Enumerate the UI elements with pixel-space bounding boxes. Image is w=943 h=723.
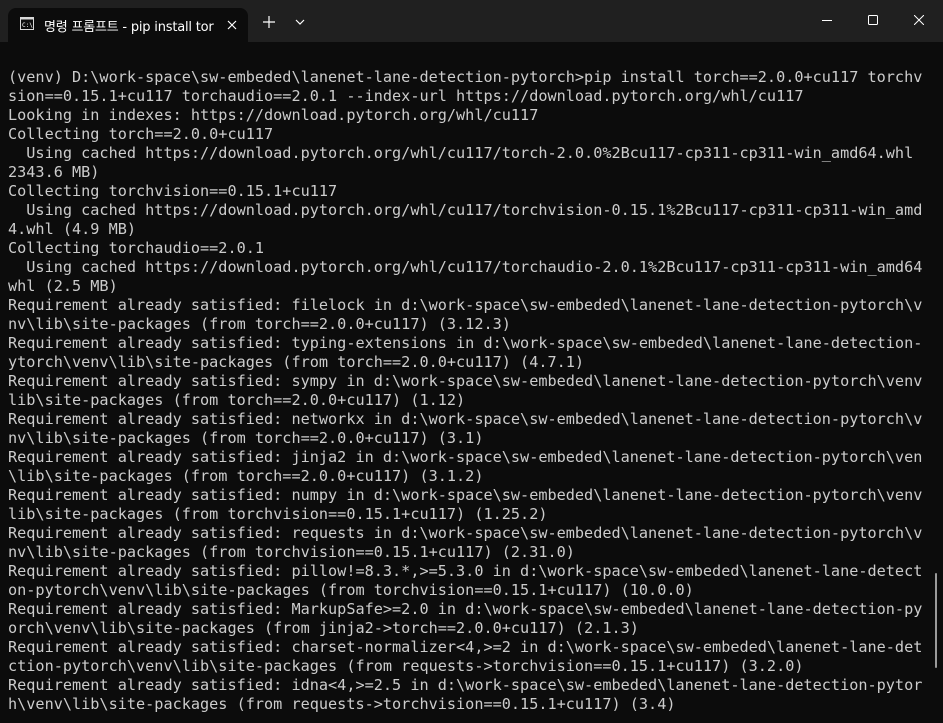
- terminal-line: Requirement already satisfied: charset-n…: [8, 638, 923, 656]
- terminal-line: Looking in indexes: https://download.pyt…: [8, 106, 539, 124]
- terminal-line: Requirement already satisfied: networkx …: [8, 410, 923, 428]
- terminal-line: Using cached https://download.pytorch.or…: [8, 258, 923, 276]
- plus-icon[interactable]: [258, 11, 280, 33]
- terminal-line: Requirement already satisfied: sympy in …: [8, 372, 923, 390]
- terminal-line: Requirement already satisfied: idna<4,>=…: [8, 676, 923, 694]
- terminal-line: 2343.6 MB): [8, 163, 100, 181]
- terminal-line: lib\site-packages (from torch==2.0.0+cu1…: [8, 391, 466, 409]
- terminal-line: on-pytorch\venv\lib\site-packages (from …: [8, 581, 694, 599]
- terminal-line: 4.whl (4.9 MB): [8, 220, 137, 238]
- scrollbar-thumb[interactable]: [935, 573, 937, 668]
- terminal-line: Requirement already satisfied: jinja2 in…: [8, 448, 923, 466]
- terminal-line: whl (2.5 MB): [8, 277, 118, 295]
- terminal-window: C:\ 명령 프롬프트 - pip install tor (venv) D:\…: [0, 0, 943, 723]
- tab-title: 명령 프롬프트 - pip install tor: [44, 20, 214, 35]
- terminal-line: nv\lib\site-packages (from torch==2.0.0+…: [8, 315, 511, 333]
- terminal-line: ction-pytorch\venv\lib\site-packages (fr…: [8, 657, 804, 675]
- tab-close-icon[interactable]: [224, 17, 240, 33]
- svg-text:C:\: C:\: [22, 22, 33, 29]
- close-icon: [914, 15, 924, 25]
- terminal-line: Requirement already satisfied: requests …: [8, 524, 923, 542]
- terminal-line: \lib\site-packages (from torch==2.0.0+cu…: [8, 467, 484, 485]
- chevron-down-icon[interactable]: [289, 11, 311, 33]
- terminal-line: h\venv\lib\site-packages (from requests-…: [8, 695, 676, 713]
- minimize-button[interactable]: [804, 0, 850, 42]
- terminal-line: Using cached https://download.pytorch.or…: [8, 144, 923, 162]
- terminal-output[interactable]: (venv) D:\work-space\sw-embeded\lanenet-…: [8, 68, 923, 714]
- console-icon: C:\: [20, 17, 34, 30]
- terminal-line: ytorch\venv\lib\site-packages (from torc…: [8, 353, 585, 371]
- terminal-line: sion==0.15.1+cu117 torchaudio==2.0.1 --i…: [8, 87, 804, 105]
- tab-command-prompt[interactable]: C:\ 명령 프롬프트 - pip install tor: [8, 8, 248, 42]
- terminal-line: Collecting torchaudio==2.0.1: [8, 239, 265, 257]
- maximize-button[interactable]: [850, 0, 896, 42]
- terminal-line: lib\site-packages (from torchvision==0.1…: [8, 505, 548, 523]
- terminal-line: Requirement already satisfied: numpy in …: [8, 486, 923, 504]
- terminal-line: Using cached https://download.pytorch.or…: [8, 201, 923, 219]
- terminal-line: orch\venv\lib\site-packages (from jinja2…: [8, 619, 639, 637]
- terminal-line: nv\lib\site-packages (from torchvision==…: [8, 543, 575, 561]
- terminal-line: Requirement already satisfied: typing-ex…: [8, 334, 923, 352]
- terminal-line: (venv) D:\work-space\sw-embeded\lanenet-…: [8, 68, 923, 86]
- minimize-icon: [822, 20, 832, 21]
- maximize-icon: [868, 15, 878, 25]
- terminal-line: nv\lib\site-packages (from torch==2.0.0+…: [8, 429, 484, 447]
- terminal-line: Requirement already satisfied: pillow!=8…: [8, 562, 923, 580]
- terminal-line: Requirement already satisfied: filelock …: [8, 296, 923, 314]
- terminal-line: Collecting torchvision==0.15.1+cu117: [8, 182, 338, 200]
- title-bar[interactable]: C:\ 명령 프롬프트 - pip install tor: [0, 0, 943, 42]
- terminal-line: Collecting torch==2.0.0+cu117: [8, 125, 274, 143]
- close-button[interactable]: [896, 0, 942, 42]
- terminal-line: Requirement already satisfied: MarkupSaf…: [8, 600, 923, 618]
